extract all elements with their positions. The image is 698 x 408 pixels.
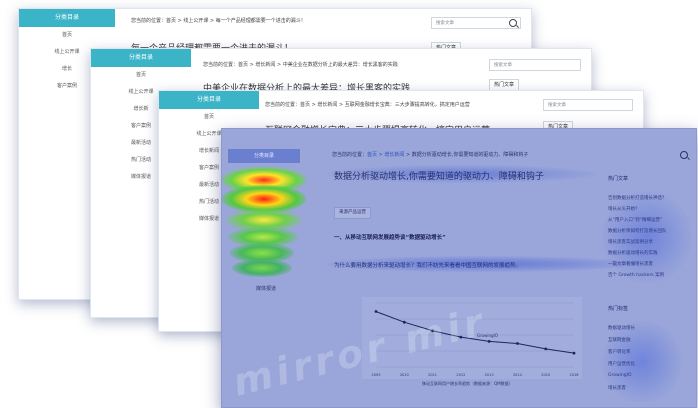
tag-link[interactable]: 互联网金融 bbox=[608, 337, 631, 343]
sidebar-header: 分类目录 bbox=[228, 149, 300, 163]
sidebar-header: 分类目录 bbox=[91, 49, 191, 67]
search-input[interactable]: 搜索文章 bbox=[489, 59, 581, 71]
hot-articles-label: 热门文章 bbox=[608, 176, 629, 182]
chart-x-tick: 2011 bbox=[428, 373, 437, 377]
breadcrumb: 您当前的位置：首页 > 增长新闻 > 中美企业在数据分析上的最大差异：增长黑客的… bbox=[203, 62, 398, 68]
breadcrumb: 您当前的位置：首页 > 增长新闻 > 互联网金融增长宝典：三大步骤提高转化，搞定… bbox=[265, 102, 470, 108]
tag-link[interactable]: 增长黑客 bbox=[608, 385, 626, 391]
chart-x-tick: 2014 bbox=[513, 373, 523, 377]
breadcrumb: 您当前的位置：首页 > 线上公开课 > 每一个产品经理都需要一个进击的漏斗！ bbox=[131, 18, 306, 24]
chart-point bbox=[572, 351, 576, 355]
chart-point bbox=[374, 310, 378, 313]
search-icon[interactable] bbox=[509, 19, 517, 27]
search-input[interactable]: 搜索文章 bbox=[543, 99, 633, 111]
sidebar-header: 分类目录 bbox=[159, 91, 259, 109]
breadcrumb: 您当前的位置：首页 > 增长新闻 > 数据分析驱动增长,你需要知道的驱动力、障碍… bbox=[332, 152, 529, 158]
search-input[interactable]: 搜索文章 bbox=[431, 17, 521, 29]
tag-link[interactable]: 客户转化率 bbox=[608, 349, 631, 355]
chart-x-tick: 2010 bbox=[400, 373, 409, 377]
hot-tags-label: 热门标签 bbox=[608, 306, 629, 312]
hot-article-link[interactable]: 告别数据分析打造增长神话？ bbox=[608, 195, 667, 201]
article-paragraph: 为什么要用数据分析来驱动增长？我们不妨先来看看中国互联网的发展趋势。 bbox=[334, 263, 522, 269]
tag-link[interactable]: 用户运营优化 bbox=[608, 361, 635, 367]
tag-link[interactable]: GrowingIO bbox=[608, 373, 632, 378]
chart-x-tick: 2015 bbox=[541, 373, 550, 377]
search-icon[interactable] bbox=[680, 151, 688, 159]
chart-x-tick: 2016 bbox=[570, 373, 579, 377]
tag-link[interactable]: 数据驱动增长 bbox=[608, 325, 635, 331]
hot-article-link[interactable]: 增长从头开始？ bbox=[608, 206, 640, 212]
hot-article-link[interactable]: 百个 Growth hackers 案例 bbox=[608, 272, 664, 278]
heatmap-blob bbox=[232, 259, 292, 277]
source-tag: 来源产品运营 bbox=[334, 207, 371, 219]
heatmap-blob bbox=[602, 191, 692, 283]
hot-article-link[interactable]: 增长黑客实战案例分享 bbox=[608, 239, 653, 245]
hot-article-link[interactable]: 数据分析师如何打造增长团队 bbox=[608, 228, 667, 234]
section-heading: 一、从移动互联网发展趋势谈“数据驱动增长” bbox=[334, 235, 446, 241]
sidebar-item[interactable]: 媒体报道 bbox=[256, 285, 276, 292]
chart-x-tick: 2013 bbox=[485, 373, 494, 377]
hot-article-link[interactable]: 数据分析驱动增长的实践 bbox=[608, 250, 658, 256]
chart-point bbox=[544, 347, 548, 351]
page-title: 数据分析驱动增长,你需要知道的驱动力、障碍和钩子 bbox=[334, 172, 544, 182]
sidebar-item[interactable]: 首页 bbox=[91, 67, 191, 84]
sidebar-header: 分类目录 bbox=[19, 9, 115, 27]
chart-caption: 移动互联网用户增长率趋势（数据来源：QM数据） bbox=[422, 381, 513, 386]
chart-x-tick: 2009 bbox=[372, 373, 381, 377]
hot-article-link[interactable]: 从“用户入口”到“精细运营” bbox=[608, 217, 662, 223]
chart-x-tick: 2012 bbox=[456, 373, 465, 377]
sidebar-item[interactable]: 首页 bbox=[159, 109, 259, 126]
chart-point bbox=[516, 342, 519, 345]
hot-article-link[interactable]: 一篇文章看懂增长黑客 bbox=[608, 261, 653, 267]
sidebar-item[interactable]: 首页 bbox=[19, 27, 115, 44]
